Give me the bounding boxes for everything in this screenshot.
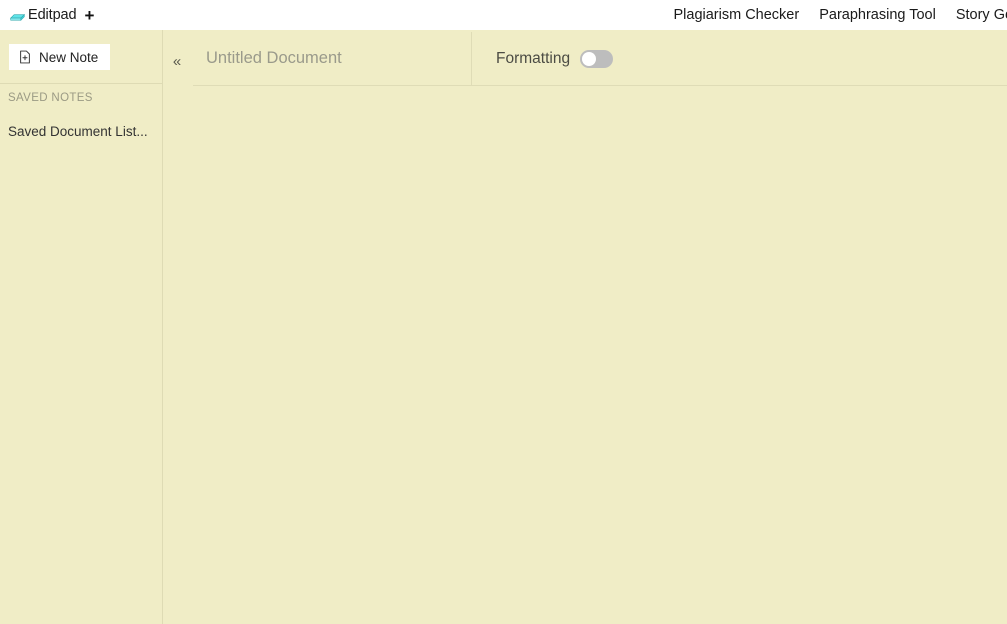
formatting-toggle[interactable] bbox=[580, 49, 614, 68]
sidebar-divider bbox=[0, 83, 163, 84]
new-tab-plus-icon[interactable]: + bbox=[84, 7, 94, 24]
formatting-control: Formatting bbox=[472, 49, 614, 68]
sidebar-item-saved-document-list[interactable]: Saved Document List... bbox=[8, 124, 148, 139]
formatting-toggle-knob bbox=[582, 51, 597, 66]
brand-name[interactable]: Editpad bbox=[28, 8, 77, 23]
editor-area bbox=[193, 87, 1007, 624]
sidebar: New Note SAVED NOTES Saved Document List… bbox=[0, 30, 163, 624]
nav-link-story-generator[interactable]: Story Generator bbox=[956, 8, 1007, 23]
app-body: New Note SAVED NOTES Saved Document List… bbox=[0, 30, 1007, 624]
main-pane: Formatting bbox=[193, 30, 1007, 624]
document-title-field-wrapper bbox=[193, 31, 472, 86]
saved-notes-section-label: SAVED NOTES bbox=[8, 92, 93, 104]
nav-link-plagiarism-checker[interactable]: Plagiarism Checker bbox=[673, 8, 799, 23]
chevron-double-left-icon[interactable]: « bbox=[167, 52, 187, 72]
sidebar-collapse-rail: « bbox=[164, 30, 193, 624]
document-title-bar: Formatting bbox=[193, 31, 1007, 86]
nav-link-paraphrasing-tool[interactable]: Paraphrasing Tool bbox=[819, 8, 936, 23]
new-note-button[interactable]: New Note bbox=[9, 44, 111, 70]
header-nav: Plagiarism Checker Paraphrasing Tool Sto… bbox=[673, 8, 1007, 23]
top-header: Editpad + Plagiarism Checker Paraphrasin… bbox=[0, 0, 1007, 30]
editor-content-surface[interactable] bbox=[193, 87, 1007, 624]
notepad-icon bbox=[9, 13, 26, 21]
new-note-label: New Note bbox=[39, 49, 99, 65]
brand-group: Editpad + bbox=[0, 7, 94, 24]
formatting-label: Formatting bbox=[496, 49, 571, 67]
file-plus-icon bbox=[20, 50, 30, 64]
document-title-input[interactable] bbox=[206, 49, 471, 68]
